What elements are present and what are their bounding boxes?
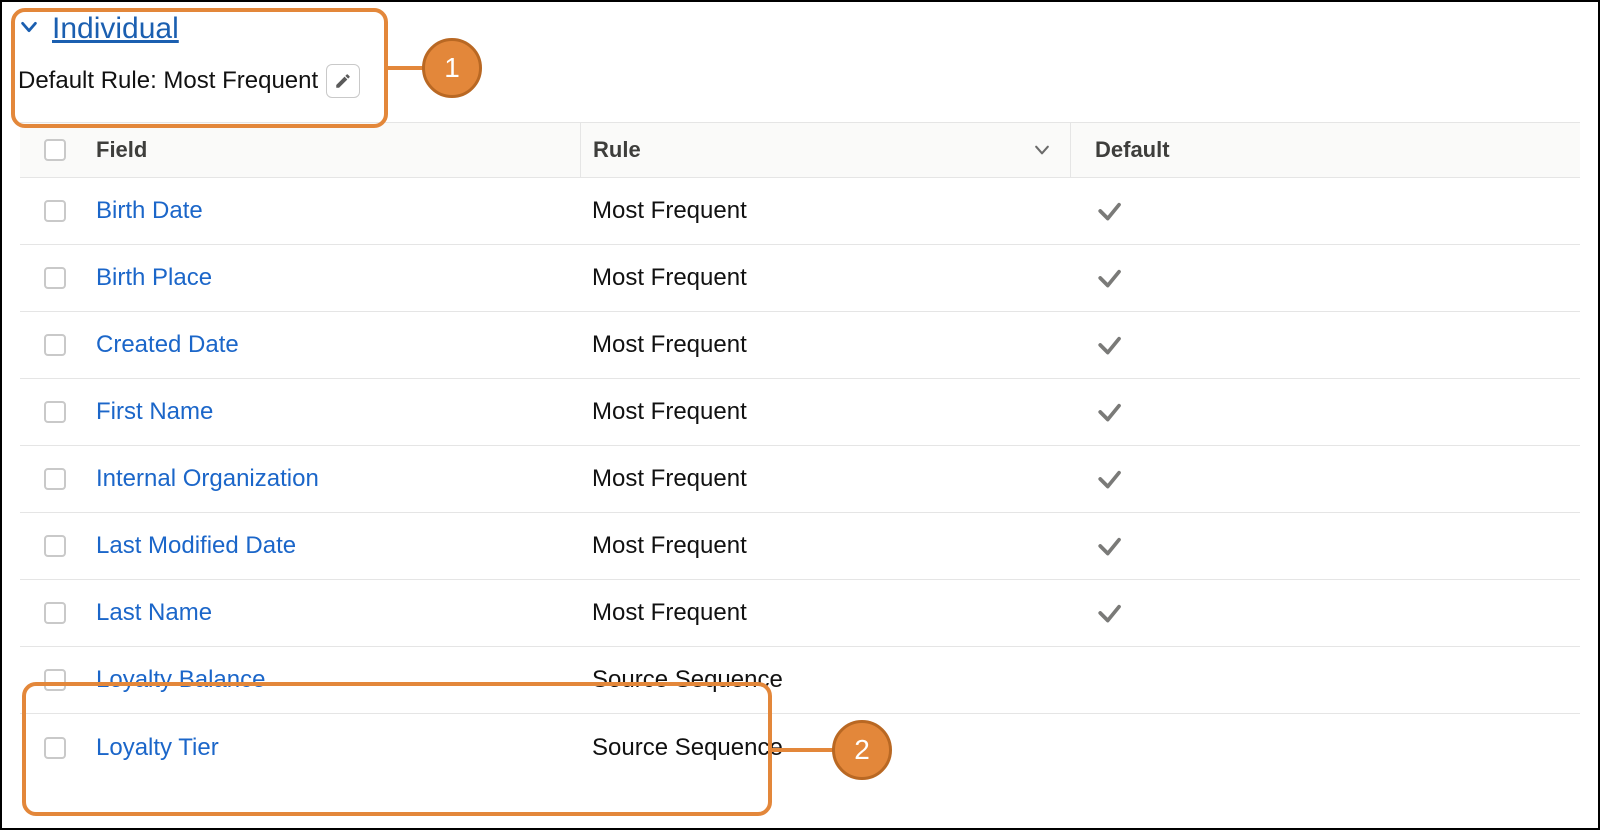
- rule-value: Most Frequent: [592, 398, 747, 426]
- check-icon: [1094, 464, 1124, 494]
- section-header: Individual Default Rule: Most Frequent: [2, 2, 1598, 106]
- select-all-checkbox[interactable]: [44, 139, 66, 161]
- field-link[interactable]: Created Date: [96, 331, 239, 359]
- rule-value: Most Frequent: [592, 465, 747, 493]
- table-header-row: Field Rule Default: [20, 122, 1580, 178]
- table-row: Internal Organization Most Frequent: [20, 446, 1580, 513]
- table-row: Loyalty Tier Source Sequence: [20, 714, 1580, 781]
- field-link[interactable]: First Name: [96, 398, 213, 426]
- table-row: Last Modified Date Most Frequent: [20, 513, 1580, 580]
- rule-value: Most Frequent: [592, 197, 747, 225]
- row-checkbox[interactable]: [44, 669, 66, 691]
- section-title-link[interactable]: Individual: [52, 12, 179, 46]
- edit-default-rule-button[interactable]: [326, 64, 360, 98]
- check-icon: [1094, 531, 1124, 561]
- rule-value: Most Frequent: [592, 331, 747, 359]
- table-row: Loyalty Balance Source Sequence: [20, 647, 1580, 714]
- table-row: First Name Most Frequent: [20, 379, 1580, 446]
- default-rule-label: Default Rule: Most Frequent: [18, 67, 318, 95]
- row-checkbox[interactable]: [44, 401, 66, 423]
- column-header-field[interactable]: Field: [90, 123, 580, 177]
- field-link[interactable]: Last Modified Date: [96, 532, 296, 560]
- row-checkbox[interactable]: [44, 200, 66, 222]
- field-link[interactable]: Loyalty Balance: [96, 666, 265, 694]
- check-icon: [1094, 330, 1124, 360]
- field-link[interactable]: Internal Organization: [96, 465, 319, 493]
- row-checkbox[interactable]: [44, 267, 66, 289]
- check-icon: [1094, 263, 1124, 293]
- chevron-down-icon[interactable]: [18, 16, 40, 43]
- table-row: Last Name Most Frequent: [20, 580, 1580, 647]
- field-link[interactable]: Birth Date: [96, 197, 203, 225]
- column-header-default[interactable]: Default: [1070, 123, 1580, 177]
- check-icon: [1094, 598, 1124, 628]
- row-checkbox[interactable]: [44, 602, 66, 624]
- rule-value: Most Frequent: [592, 599, 747, 627]
- pencil-icon: [334, 72, 352, 90]
- row-checkbox[interactable]: [44, 737, 66, 759]
- rule-value: Most Frequent: [592, 532, 747, 560]
- rule-value: Source Sequence: [592, 666, 783, 694]
- column-header-rule[interactable]: Rule: [580, 123, 1070, 177]
- table-row: Created Date Most Frequent: [20, 312, 1580, 379]
- column-header-rule-label: Rule: [593, 137, 641, 163]
- check-icon: [1094, 397, 1124, 427]
- field-link[interactable]: Last Name: [96, 599, 212, 627]
- check-icon: [1094, 196, 1124, 226]
- field-link[interactable]: Loyalty Tier: [96, 734, 219, 762]
- chevron-down-icon: [1032, 140, 1052, 160]
- rule-value: Most Frequent: [592, 264, 747, 292]
- row-checkbox[interactable]: [44, 468, 66, 490]
- rules-table: Field Rule Default Birth Date Most Freque…: [20, 122, 1580, 781]
- rule-value: Source Sequence: [592, 734, 783, 762]
- table-row: Birth Date Most Frequent: [20, 178, 1580, 245]
- field-link[interactable]: Birth Place: [96, 264, 212, 292]
- row-checkbox[interactable]: [44, 334, 66, 356]
- row-checkbox[interactable]: [44, 535, 66, 557]
- table-row: Birth Place Most Frequent: [20, 245, 1580, 312]
